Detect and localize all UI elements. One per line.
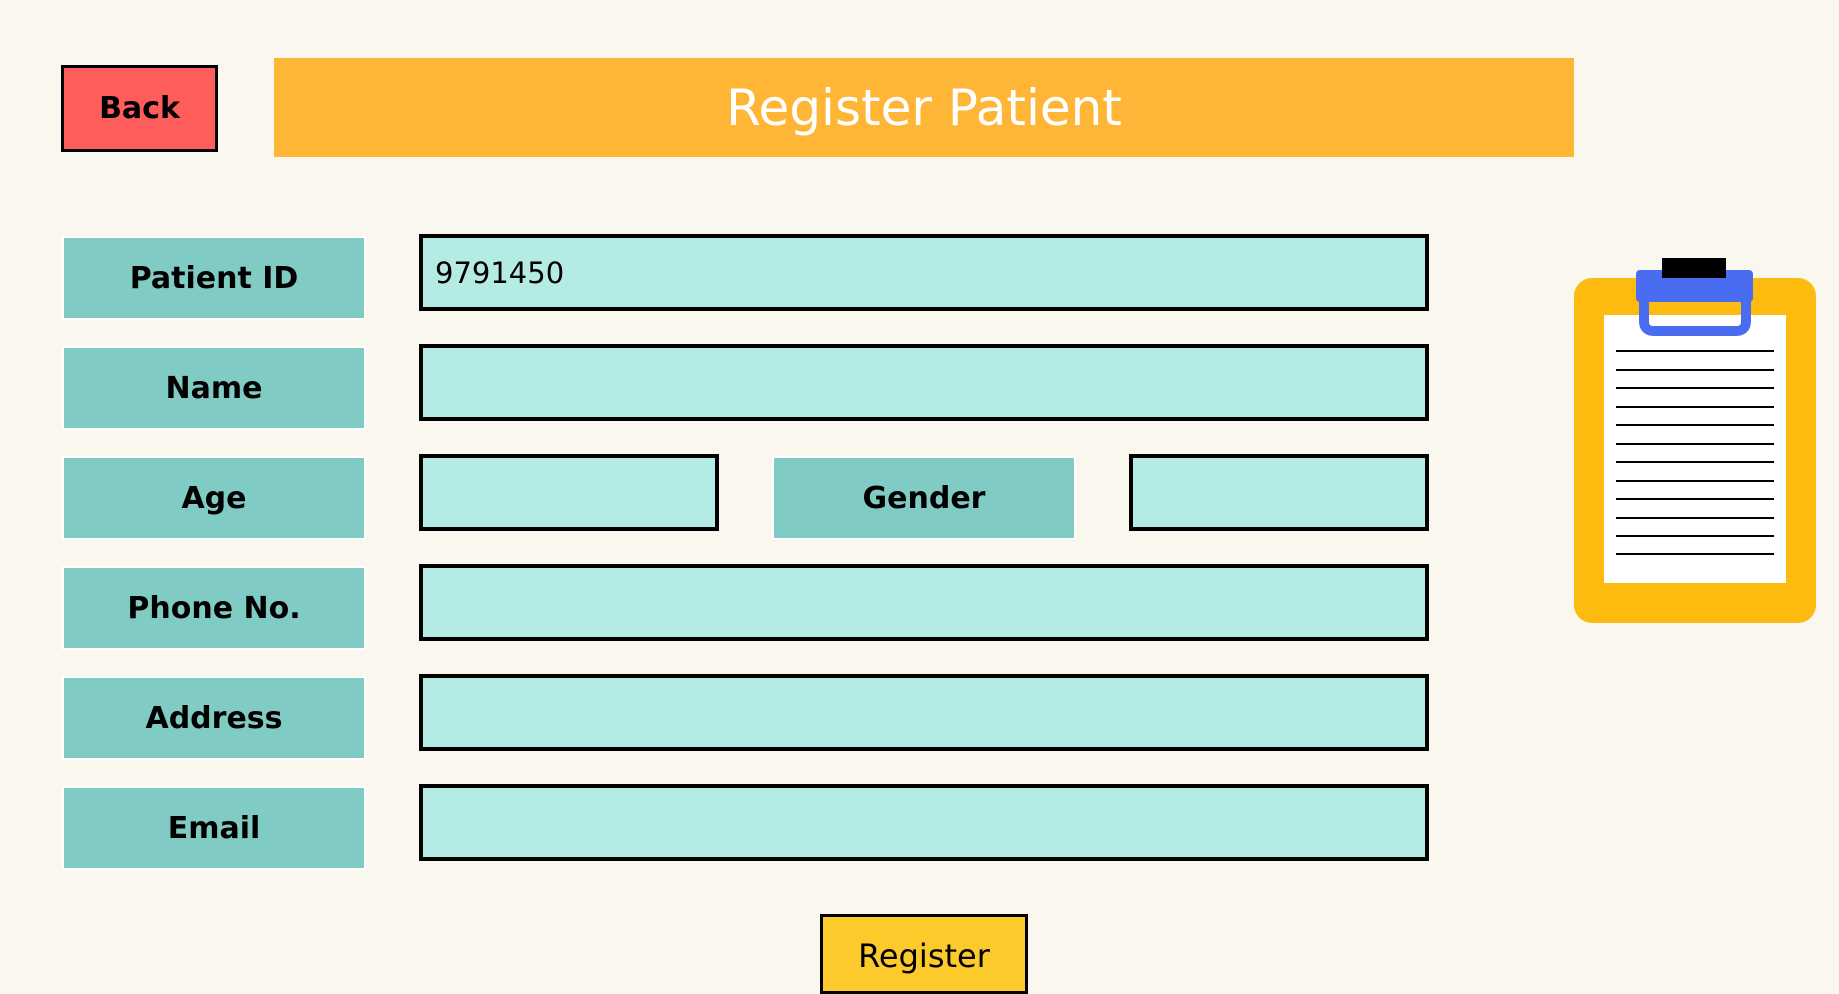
address-field[interactable] bbox=[419, 674, 1429, 751]
patient-id-field[interactable]: 9791450 bbox=[419, 234, 1429, 311]
patient-id-label: Patient ID bbox=[62, 236, 366, 320]
phone-field[interactable] bbox=[419, 564, 1429, 641]
page-title: Register Patient bbox=[726, 78, 1122, 137]
age-label: Age bbox=[62, 456, 366, 540]
back-button[interactable]: Back bbox=[61, 65, 218, 152]
clipboard-icon bbox=[1574, 258, 1816, 623]
gender-label: Gender bbox=[772, 456, 1076, 540]
name-field[interactable] bbox=[419, 344, 1429, 421]
age-field[interactable] bbox=[419, 454, 719, 531]
gender-field[interactable] bbox=[1129, 454, 1429, 531]
email-field[interactable] bbox=[419, 784, 1429, 861]
phone-label: Phone No. bbox=[62, 566, 366, 650]
page-title-bar: Register Patient bbox=[274, 58, 1574, 157]
name-label: Name bbox=[62, 346, 366, 430]
register-button[interactable]: Register bbox=[820, 914, 1028, 994]
address-label: Address bbox=[62, 676, 366, 760]
email-label: Email bbox=[62, 786, 366, 870]
